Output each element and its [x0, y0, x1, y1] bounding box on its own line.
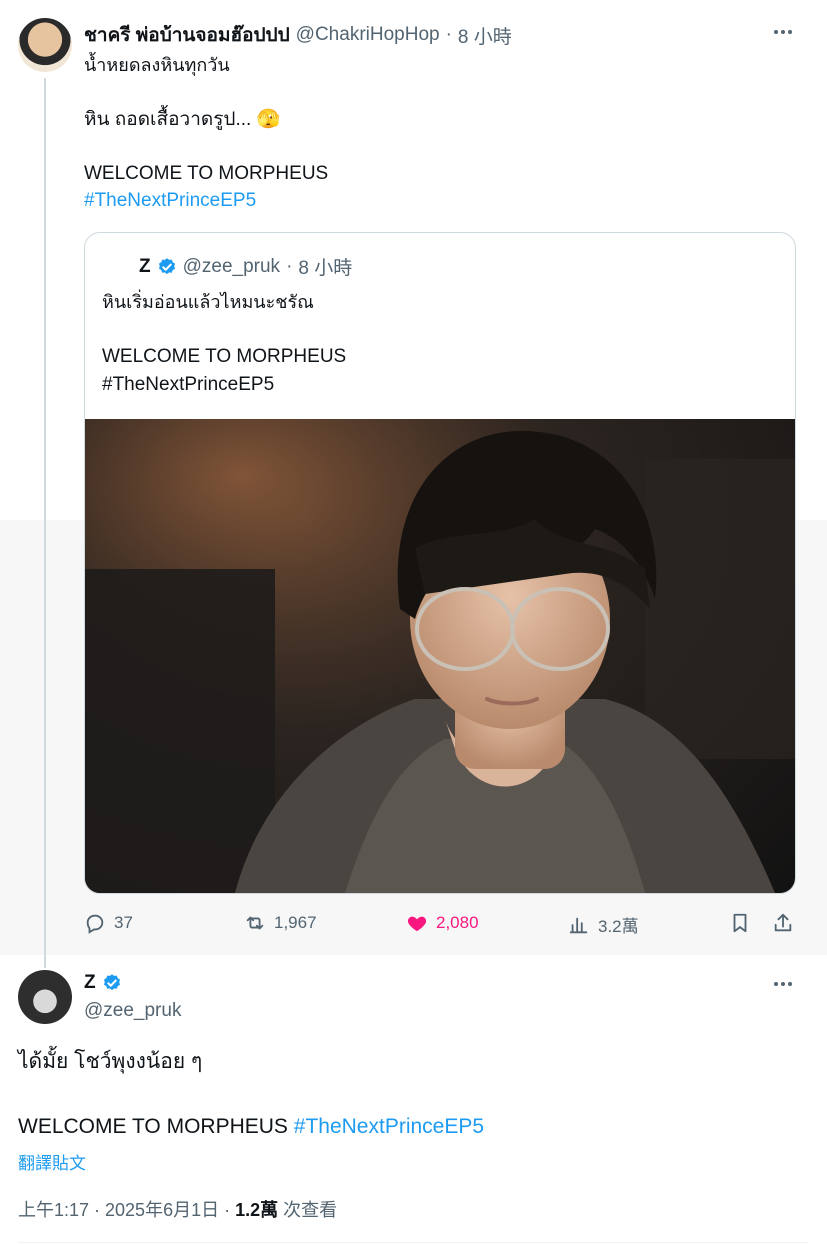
main-author-handle[interactable]: @zee_pruk	[84, 1000, 181, 1022]
tweet1-author-name[interactable]: ชาครี พ่อบ้านจอมฮ๊อปปป	[84, 20, 290, 50]
tweet1-time[interactable]: 8 小時	[458, 22, 512, 49]
main-author-name-row: Z	[84, 972, 122, 994]
quote-text-line2: WELCOME TO MORPHEUS	[102, 346, 347, 367]
heart-filled-icon	[407, 916, 427, 932]
avatar-zee[interactable]	[18, 970, 72, 1024]
photo-illustration	[85, 419, 795, 893]
share-action[interactable]	[772, 912, 794, 934]
main-views-count: 1.2萬	[235, 1200, 279, 1220]
quote-author-name[interactable]: Z	[139, 256, 151, 278]
retweet-count: 1,967	[274, 913, 317, 932]
bookmark-action[interactable]	[729, 912, 751, 934]
quote-separator: ·	[286, 255, 293, 277]
main-more-icon[interactable]	[769, 974, 797, 994]
bottom-divider	[18, 1242, 808, 1243]
main-timestamp-row: 上午1:17 · 2025年6月1日 · 1.2萬 次查看	[18, 1196, 337, 1222]
tweet1-text-line1: น้ำหยดลงหินทุกวัน	[84, 55, 230, 75]
retweet-icon	[246, 916, 264, 930]
translate-post-link[interactable]: 翻譯貼文	[18, 1149, 86, 1174]
quote-author-handle[interactable]: @zee_pruk	[183, 256, 280, 278]
reply-count: 37	[114, 913, 133, 932]
like-count: 2,080	[436, 913, 479, 932]
views-action[interactable]: 3.2萬	[568, 912, 639, 937]
main-hashtag-link[interactable]: #TheNextPrinceEP5	[294, 1115, 484, 1138]
main-text-welcome: WELCOME TO MORPHEUS	[18, 1115, 288, 1138]
quote-text-line1: หินเริ่มอ่อนแล้วไหมนะชรัณ	[102, 292, 314, 312]
avatar-chakri[interactable]	[18, 18, 72, 72]
reply-action[interactable]: 37	[84, 912, 133, 934]
tweet1-separator: ·	[445, 24, 452, 45]
tweet1-actions-bar: 37 1,967 2,080 3.2萬	[84, 912, 799, 940]
quoted-tweet-card[interactable]: Z @zee_pruk · 8 小時 หินเริ่มอ่อนแล้วไหมนะ…	[84, 232, 796, 894]
quote-time[interactable]: 8 小時	[298, 253, 352, 280]
share-icon	[774, 913, 792, 932]
main-timestamp[interactable]: 上午1:17 · 2025年6月1日 ·	[18, 1200, 235, 1220]
quote-header: Z @zee_pruk · 8 小時	[139, 253, 352, 280]
thread-connector-line	[44, 78, 46, 968]
quote-media-photo[interactable]	[85, 419, 795, 893]
tweet1-text-line2: หิน ถอดเสื้อวาดรูป... 🫣	[84, 109, 281, 130]
main-author-name[interactable]: Z	[84, 972, 96, 994]
quote-text-line3: #TheNextPrinceEP5	[102, 374, 275, 395]
verified-badge-icon	[158, 257, 175, 274]
retweet-action[interactable]: 1,967	[244, 912, 317, 934]
tweet1-author-handle[interactable]: @ChakriHopHop	[296, 24, 440, 46]
main-views-label: 次查看	[278, 1200, 338, 1220]
tweet1-more-icon[interactable]	[769, 22, 797, 42]
main-text-line1: ได้มั้ย โชว์พุงงน้อย ๆ	[18, 1050, 203, 1073]
bookmark-icon	[733, 913, 747, 933]
tweet1-text-line3: WELCOME TO MORPHEUS	[84, 163, 329, 184]
reply-icon	[86, 914, 104, 934]
views-bar-chart-icon	[569, 917, 588, 933]
tweet1-hashtag-link[interactable]: #TheNextPrinceEP5	[84, 187, 256, 214]
views-count: 3.2萬	[598, 917, 639, 936]
main-text-line2: WELCOME TO MORPHEUS #TheNextPrinceEP5	[18, 1112, 484, 1142]
like-action[interactable]: 2,080	[406, 912, 479, 934]
verified-badge-icon	[103, 974, 120, 991]
tweet1-header: ชาครี พ่อบ้านจอมฮ๊อปปป @ChakriHopHop · 8…	[84, 20, 512, 50]
